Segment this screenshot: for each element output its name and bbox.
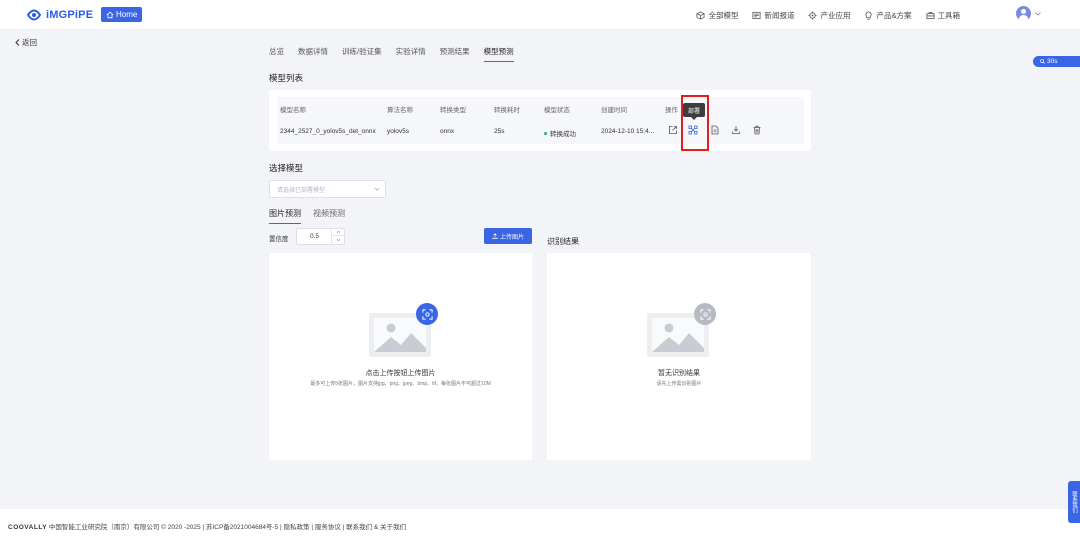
duration-cell: 25s [494, 128, 505, 135]
nav-toolbox[interactable]: 工具箱 [925, 10, 961, 21]
model-name-cell: 2344_2527_0_yolov5s_det_onnx [280, 128, 376, 135]
result-hint: 请先上传需识别图片 [656, 381, 702, 387]
nav-label: 工具箱 [937, 10, 961, 20]
brand-logo[interactable]: iMGPiPE [26, 8, 93, 22]
upload-image-button[interactable]: 上传图片 [484, 228, 532, 244]
col-header: 创建时间 [601, 107, 627, 114]
upload-panel[interactable]: 点击上传按钮上传图片 最多可上传5张图片，图片支持jpg、png、jpeg、bm… [269, 253, 532, 460]
upload-icon [492, 233, 498, 239]
model-select[interactable]: 请选择已部署模型 [269, 180, 386, 198]
logo-icon [26, 9, 42, 21]
upload-hint: 最多可上传5张图片，图片支持jpg、png、jpeg、bmp、tif，每张图片不… [310, 381, 491, 387]
badge-label: 30s [1047, 58, 1058, 65]
result-caption: 暂无识别结果 [658, 370, 700, 377]
nav-products[interactable]: 产品&方案 [864, 10, 912, 21]
convert-type-cell: onnx [440, 128, 455, 135]
float-timer-badge[interactable]: 30s [1033, 56, 1080, 67]
upload-badge [416, 303, 438, 325]
chevron-left-icon [15, 39, 20, 46]
footer-links[interactable]: 中国智能工业研究院（南京）有限公司 © 2020 -2025 | 苏ICP备20… [49, 524, 406, 531]
status-badge: 转换成功 [544, 128, 576, 138]
contact-us-tab[interactable]: 联系我们 [1068, 481, 1080, 523]
export-icon[interactable] [667, 124, 678, 135]
col-header: 模型状态 [544, 107, 570, 114]
select-placeholder: 请选择已部署模型 [277, 187, 326, 194]
chevron-down-icon [374, 187, 380, 191]
tab-train-val[interactable]: 训练/验证集 [342, 46, 382, 62]
confidence-input[interactable] [297, 229, 332, 244]
highlight-box [681, 95, 709, 151]
tab-model-predict[interactable]: 模型预测 [483, 46, 514, 62]
nav-news[interactable]: 新闻报道 [752, 10, 794, 21]
gear-icon [808, 10, 818, 20]
nav-label: 产品&方案 [876, 10, 912, 20]
nav-all-models[interactable]: 全部模型 [696, 10, 738, 21]
decrement-button[interactable] [332, 236, 344, 243]
back-label: 返回 [22, 38, 37, 47]
tab-overview[interactable]: 总览 [269, 46, 284, 62]
select-model-title: 选择模型 [269, 163, 304, 173]
col-header: 转换耗时 [494, 107, 520, 114]
chevron-down-icon [336, 238, 340, 241]
search-icon [1040, 59, 1045, 64]
footer: COOVALLY 中国智能工业研究院（南京）有限公司 © 2020 -2025 … [0, 509, 1080, 539]
predict-mode-tabs: 图片预测 视频预测 [269, 208, 345, 224]
col-header: 操作 [665, 107, 678, 114]
nav-label: 产业应用 [820, 10, 851, 20]
avatar[interactable] [1016, 6, 1031, 21]
tab-video-predict[interactable]: 视频预测 [313, 208, 345, 224]
home-icon [106, 11, 114, 18]
upload-caption: 点击上传按钮上传图片 [365, 370, 436, 377]
status-label: 转换成功 [550, 131, 576, 138]
col-header: 转换类型 [440, 107, 466, 114]
status-dot [544, 131, 547, 135]
scan-icon [699, 308, 711, 320]
created-time-cell: 2024-12-10 15:4... [601, 128, 655, 135]
algorithm-cell: yolov5s [387, 128, 410, 135]
tab-predict-results[interactable]: 预测结果 [440, 46, 470, 62]
increment-button[interactable] [332, 229, 344, 236]
news-icon [752, 11, 761, 19]
user-menu[interactable] [1016, 6, 1041, 21]
top-nav-menu: 全部模型 新闻报道 产业应用 产品&方案 工具箱 [696, 0, 960, 30]
confidence-label: 置信度 [269, 236, 289, 243]
model-table: 模型名称 算法名称 转换类型 转换耗时 模型状态 创建时间 操作 2344_25… [277, 97, 804, 144]
tab-experiment[interactable]: 实验详情 [396, 46, 426, 62]
bulb-icon [865, 10, 873, 20]
col-header: 模型名称 [280, 107, 306, 114]
nav-industry[interactable]: 产业应用 [808, 10, 850, 21]
nav-label: 全部模型 [708, 10, 739, 20]
result-panel: 暂无识别结果 请先上传需识别图片 [547, 253, 811, 460]
delete-icon[interactable] [751, 124, 762, 135]
home-button[interactable]: Home [101, 7, 143, 22]
col-header: 算法名称 [387, 107, 413, 114]
confidence-stepper [296, 228, 345, 245]
top-navbar: iMGPiPE Home 全部模型 新闻报道 产业应用 产品&方案 工具箱 [0, 0, 1080, 30]
footer-brand: COOVALLY [8, 524, 48, 531]
toolbox-icon [925, 11, 935, 19]
logo-text: iMGPiPE [46, 9, 94, 21]
scan-icon [421, 308, 433, 320]
chevron-up-icon [336, 230, 340, 234]
tab-image-predict[interactable]: 图片预测 [269, 208, 301, 224]
result-title: 识别结果 [547, 237, 579, 246]
home-label: Home [116, 10, 138, 19]
result-badge [694, 303, 716, 325]
cube-icon [696, 10, 705, 20]
nav-label: 新闻报道 [764, 10, 795, 20]
document-icon[interactable] [709, 124, 720, 135]
download-icon[interactable] [730, 124, 741, 135]
chevron-down-icon [1035, 11, 1041, 16]
stepper-arrows [331, 229, 344, 244]
upload-label: 上传图片 [499, 234, 524, 241]
tab-data-detail[interactable]: 数据详情 [298, 46, 328, 62]
model-list-title: 模型列表 [269, 73, 304, 83]
detail-tabs: 总览 数据详情 训练/验证集 实验详情 预测结果 模型预测 [269, 46, 514, 62]
footer-text: COOVALLY 中国智能工业研究院（南京）有限公司 © 2020 -2025 … [8, 521, 406, 531]
back-button[interactable]: 返回 [15, 37, 37, 48]
